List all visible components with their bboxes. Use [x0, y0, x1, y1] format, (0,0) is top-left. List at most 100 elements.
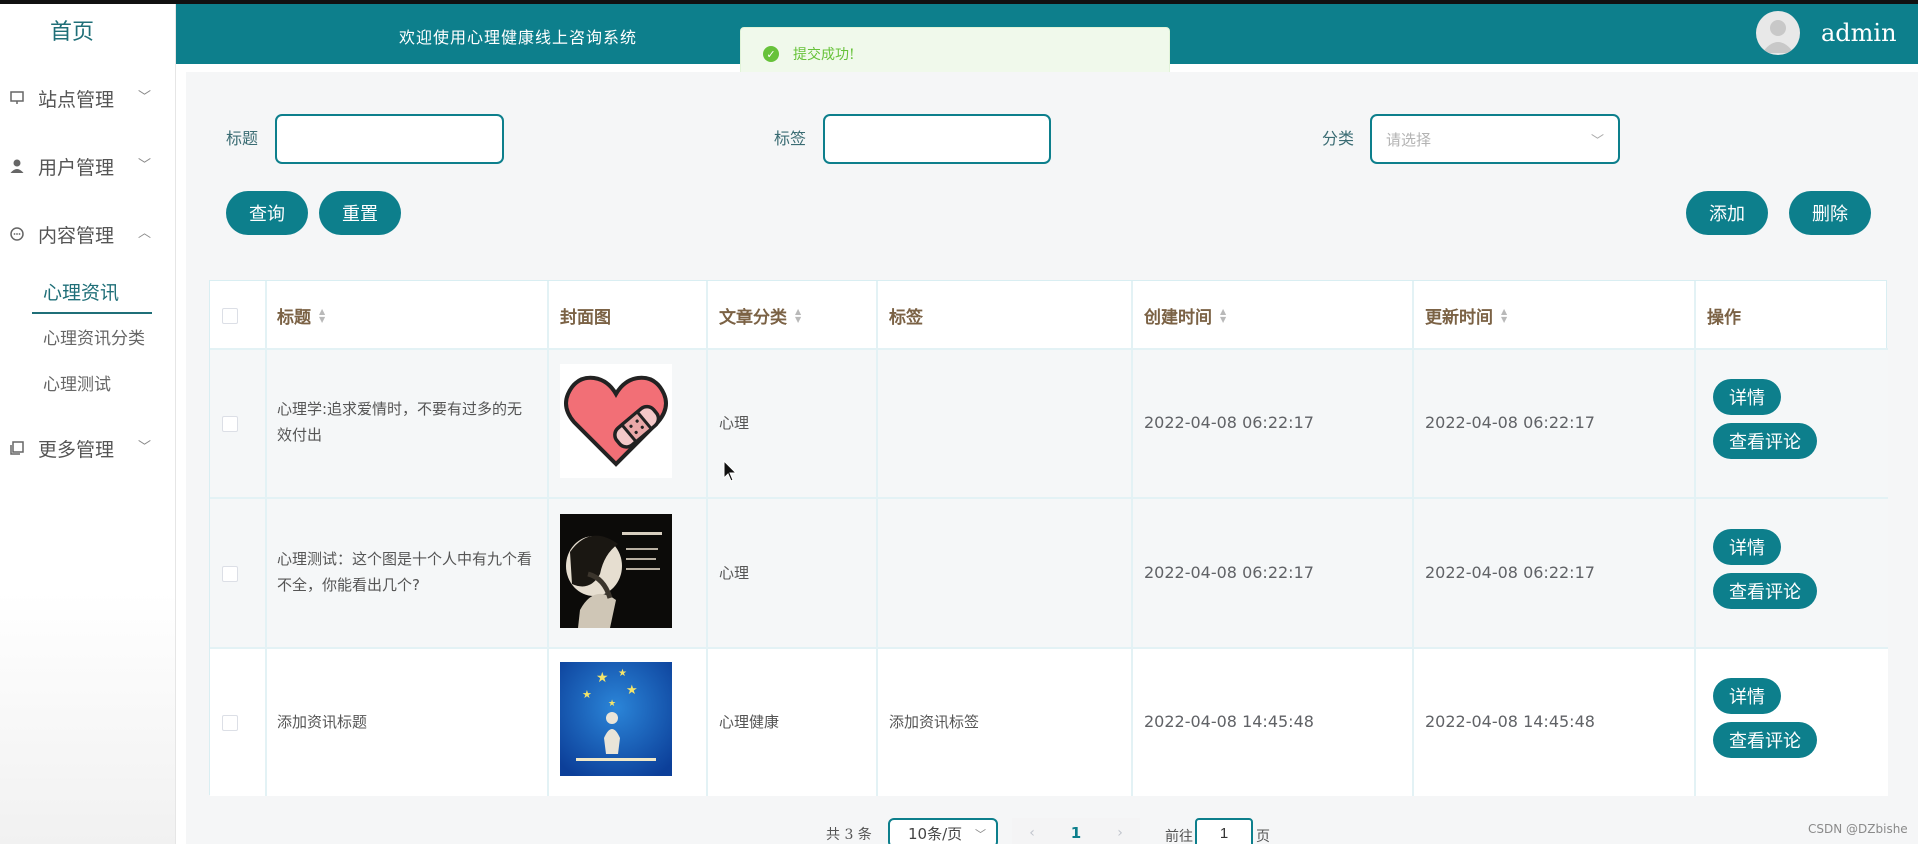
row-checkbox[interactable] [222, 566, 238, 582]
active-underline [32, 312, 152, 314]
svg-text:★: ★ [626, 683, 638, 698]
prev-page-button[interactable]: ‹ [1012, 818, 1052, 844]
chevron-down-icon: ﹀ [138, 90, 152, 105]
cell-category: 心理健康 [719, 713, 780, 731]
page-size-value: 10条/页 [908, 824, 963, 843]
sidebar-home[interactable]: 首页 [0, 14, 144, 46]
next-page-button[interactable]: › [1100, 818, 1140, 844]
header-updated-label: 更新时间 [1425, 308, 1493, 328]
header-title-label: 标题 [277, 308, 311, 328]
sidebar-item-label: 内容管理 [38, 224, 115, 247]
delete-button[interactable]: 删除 [1789, 191, 1871, 235]
chevron-down-icon: ﹀ [1590, 134, 1604, 149]
row-divider [210, 497, 1888, 499]
chevron-down-icon: ﹀ [138, 158, 152, 173]
sort-icon[interactable]: ▲ ▼ [1220, 307, 1226, 324]
cell-created: 2022-04-08 14:45:48 [1144, 712, 1314, 731]
header-category[interactable]: 文章分类 ▲ ▼ [719, 303, 801, 328]
sort-icon[interactable]: ▲ ▼ [1501, 307, 1507, 324]
cell-updated: 2022-04-08 06:22:17 [1425, 563, 1595, 582]
cover-image[interactable] [560, 364, 672, 478]
view-comments-button[interactable]: 查看评论 [1713, 573, 1817, 609]
column-divider [876, 281, 878, 796]
column-divider [1694, 281, 1696, 796]
header-created-label: 创建时间 [1144, 308, 1212, 328]
reset-button[interactable]: 重置 [319, 191, 401, 235]
svg-text:★: ★ [608, 699, 616, 709]
sidebar-item-more-management[interactable]: 更多管理 ﹀ [0, 428, 160, 468]
column-divider [265, 281, 267, 796]
header-cover: 封面图 [560, 303, 611, 328]
title-input[interactable] [275, 114, 504, 164]
category-label: 分类 [1322, 129, 1355, 148]
detail-button[interactable]: 详情 [1713, 529, 1781, 565]
page-number-current[interactable]: 1 [1052, 818, 1100, 844]
sidebar: 首页 站点管理 ﹀ 用户管理 ﹀ 内容管理 ︿ 心理资讯 心理资讯分类 心理测试… [0, 4, 176, 844]
mouse-cursor-icon [723, 459, 738, 486]
header-tag-label: 标签 [889, 308, 923, 328]
tag-input[interactable] [823, 114, 1051, 164]
watermark: CSDN @DZbishe [1808, 822, 1908, 836]
svg-text:★: ★ [618, 668, 627, 679]
row-divider [210, 647, 1888, 649]
svg-text:★: ★ [582, 688, 592, 701]
column-divider [547, 281, 549, 796]
sidebar-item-label: 用户管理 [38, 156, 115, 179]
sidebar-item-user-management[interactable]: 用户管理 ﹀ [0, 146, 160, 186]
chevron-left-icon: ‹ [1029, 825, 1035, 841]
username[interactable]: admin [1821, 19, 1897, 47]
header-title[interactable]: 标题 ▲ ▼ [277, 303, 325, 328]
sidebar-item-label: 站点管理 [38, 88, 115, 111]
welcome-text: 欢迎使用心理健康线上咨询系统 [399, 28, 638, 47]
cell-updated: 2022-04-08 06:22:17 [1425, 413, 1595, 432]
news-table: 标题 ▲ ▼ 封面图 文章分类 ▲ ▼ 标签 创建时间 ▲ ▼ 更新时间 ▲ ▼ 操作 … [209, 280, 1888, 796]
title-label: 标题 [226, 129, 259, 148]
column-divider [1412, 281, 1414, 796]
goto-page-input[interactable] [1195, 818, 1253, 844]
cell-tag: 添加资讯标签 [889, 713, 980, 731]
chevron-right-icon: › [1117, 825, 1123, 841]
view-comments-button[interactable]: 查看评论 [1713, 423, 1817, 459]
category-placeholder: 请选择 [1386, 130, 1432, 149]
goto-suffix: 页 [1256, 829, 1270, 844]
cover-image[interactable] [560, 514, 672, 628]
pagination-total: 共 3 条 [826, 827, 872, 843]
header-created[interactable]: 创建时间 ▲ ▼ [1144, 303, 1226, 328]
detail-button[interactable]: 详情 [1713, 379, 1781, 415]
detail-button[interactable]: 详情 [1713, 678, 1781, 714]
column-divider [706, 281, 708, 796]
check-circle-icon: ✓ [763, 46, 779, 62]
toast-message: 提交成功! [793, 47, 855, 63]
category-select[interactable]: 请选择 ﹀ [1370, 114, 1620, 164]
avatar[interactable] [1756, 11, 1800, 55]
page-size-select[interactable]: 10条/页 ﹀ [888, 818, 998, 844]
sidebar-subitem-psych-news-category[interactable]: 心理资讯分类 [43, 324, 145, 349]
sort-icon[interactable]: ▲ ▼ [795, 307, 801, 324]
row-checkbox[interactable] [222, 715, 238, 731]
chat-icon [6, 226, 28, 242]
user-icon [6, 158, 28, 174]
dark-illusion-image [560, 514, 672, 628]
cover-image[interactable]: ★ ★ ★ ★ ★ [560, 662, 672, 776]
sort-icon[interactable]: ▲ ▼ [319, 307, 325, 324]
tag-label: 标签 [774, 129, 807, 148]
goto-prefix: 前往 [1165, 829, 1193, 844]
copy-icon [6, 440, 28, 456]
header-updated[interactable]: 更新时间 ▲ ▼ [1425, 303, 1507, 328]
view-comments-button[interactable]: 查看评论 [1713, 722, 1817, 758]
blue-stars-image: ★ ★ ★ ★ ★ [560, 662, 672, 776]
add-button[interactable]: 添加 [1686, 191, 1768, 235]
header-tag: 标签 [889, 303, 923, 328]
chevron-up-icon: ︿ [138, 226, 152, 241]
heart-bandage-image [560, 364, 672, 478]
sidebar-item-content-management[interactable]: 内容管理 ︿ [0, 214, 160, 254]
row-checkbox[interactable] [222, 416, 238, 432]
cell-title: 心理学:追求爱情时，不要有过多的无效付出 [277, 400, 523, 444]
sidebar-subitem-psych-test[interactable]: 心理测试 [43, 370, 111, 395]
sidebar-item-site-management[interactable]: 站点管理 ﹀ [0, 78, 160, 118]
query-button[interactable]: 查询 [226, 191, 308, 235]
monitor-icon [6, 90, 28, 106]
sidebar-subitem-psych-news[interactable]: 心理资讯 [43, 278, 119, 305]
cell-category: 心理 [719, 564, 750, 582]
select-all-checkbox[interactable] [222, 308, 238, 324]
